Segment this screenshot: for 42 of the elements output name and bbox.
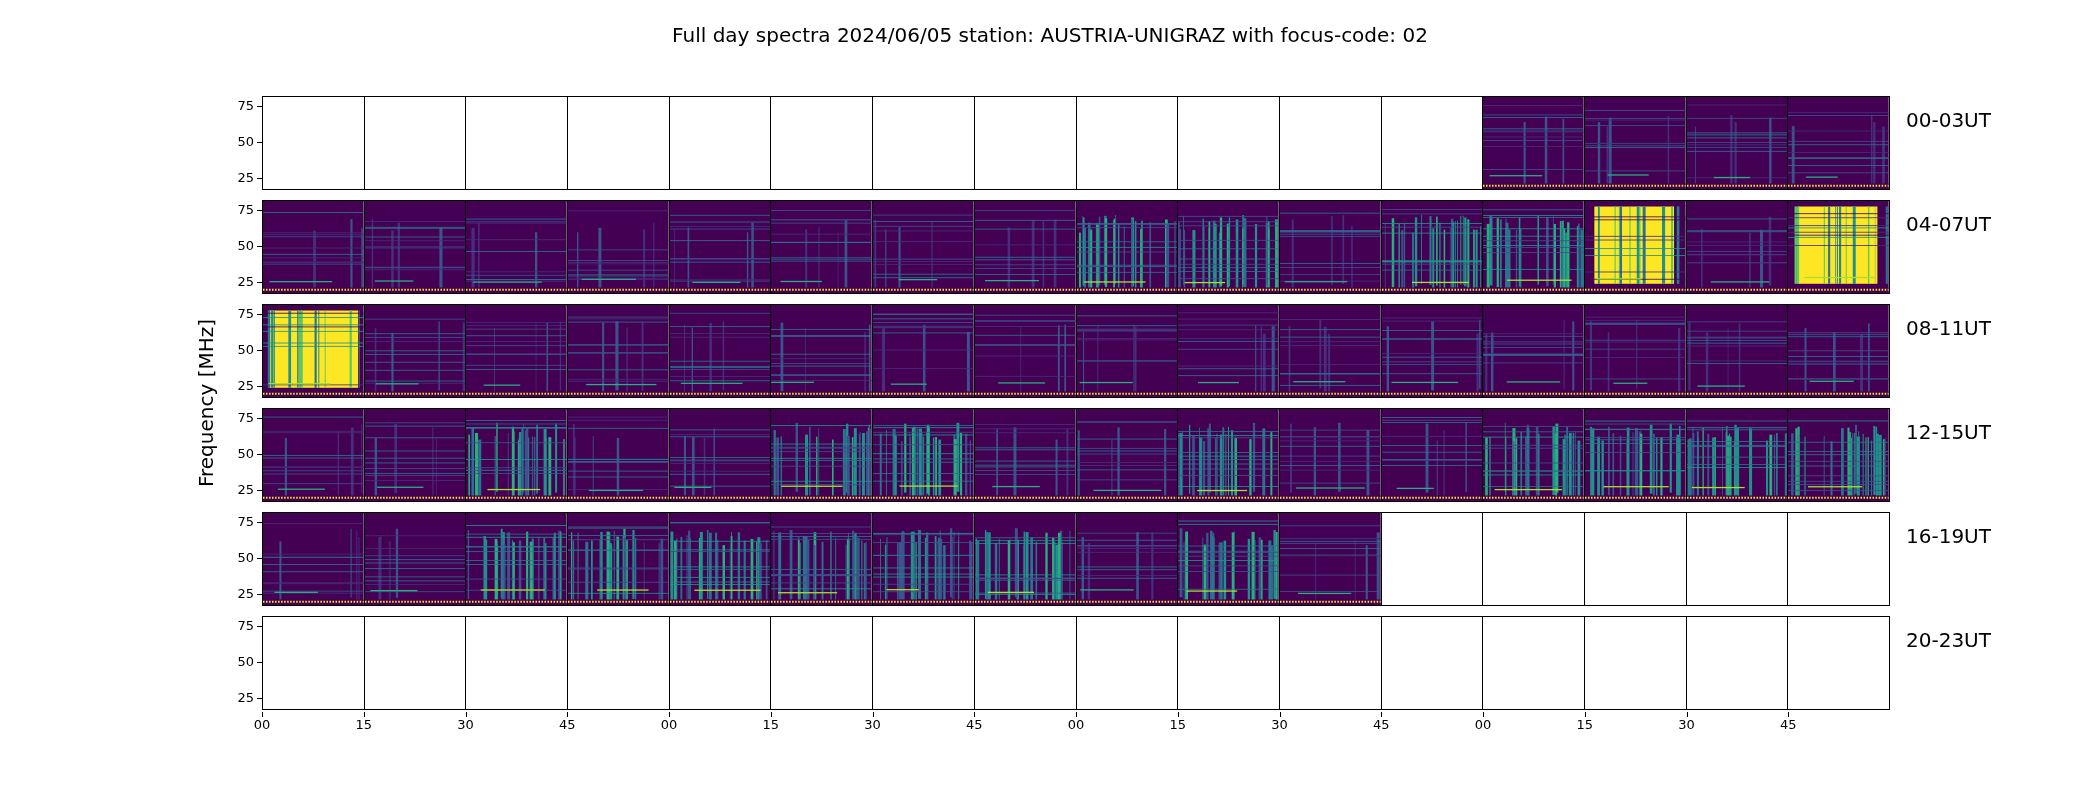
tick-label: 25	[237, 378, 254, 393]
tick-label: 25	[237, 586, 254, 601]
tick-label: 30	[864, 718, 881, 732]
tick-label: 25	[237, 170, 254, 185]
time-range-label: 20-23UT	[1906, 627, 1991, 654]
time-range-label: 04-07UT	[1906, 211, 1991, 238]
axis-label: Frequency [MHz]	[194, 318, 219, 488]
tick-label: 25	[237, 690, 254, 705]
tick-label: 50	[237, 655, 254, 670]
figure-title: Full day spectra 2024/06/05 station: AUSTRIA-UNIGRAZ with focus-code: 02	[672, 23, 1428, 47]
tick-label: 30	[1678, 718, 1695, 732]
tick-label: 15	[1169, 718, 1186, 732]
tick-label: 25	[237, 482, 254, 497]
tick-label: 00	[660, 718, 678, 732]
tick-label: 15	[1576, 718, 1593, 732]
tick-label: 75	[237, 515, 254, 530]
tick-label: 75	[237, 619, 254, 634]
tick-label: 30	[457, 718, 474, 732]
tick-label: 50	[237, 239, 254, 254]
tick-label: 00	[1474, 718, 1492, 732]
tick-label: 75	[237, 411, 254, 426]
time-range-label: 08-11UT	[1906, 315, 1991, 342]
tick-label: 50	[237, 447, 254, 462]
tick-label: 75	[237, 99, 254, 114]
tick-label: 50	[237, 551, 254, 566]
tick-label: 45	[559, 718, 576, 732]
tick-label: 25	[237, 274, 254, 289]
tick-label: 50	[237, 135, 254, 150]
tick-label: 45	[966, 718, 983, 732]
tick-label: 00	[1067, 718, 1085, 732]
time-range-label: 12-15UT	[1906, 419, 1991, 446]
tick-label: 00	[253, 718, 271, 732]
time-range-label: 00-03UT	[1906, 107, 1991, 134]
tick-label: 75	[237, 307, 254, 322]
time-range-label: 16-19UT	[1906, 523, 1991, 550]
tick-label: 15	[762, 718, 779, 732]
tick-label: 45	[1373, 718, 1390, 732]
tick-label: 75	[237, 203, 254, 218]
tick-label: 50	[237, 343, 254, 358]
tick-label: 15	[355, 718, 372, 732]
tick-label: 45	[1780, 718, 1797, 732]
tick-label: 30	[1271, 718, 1288, 732]
